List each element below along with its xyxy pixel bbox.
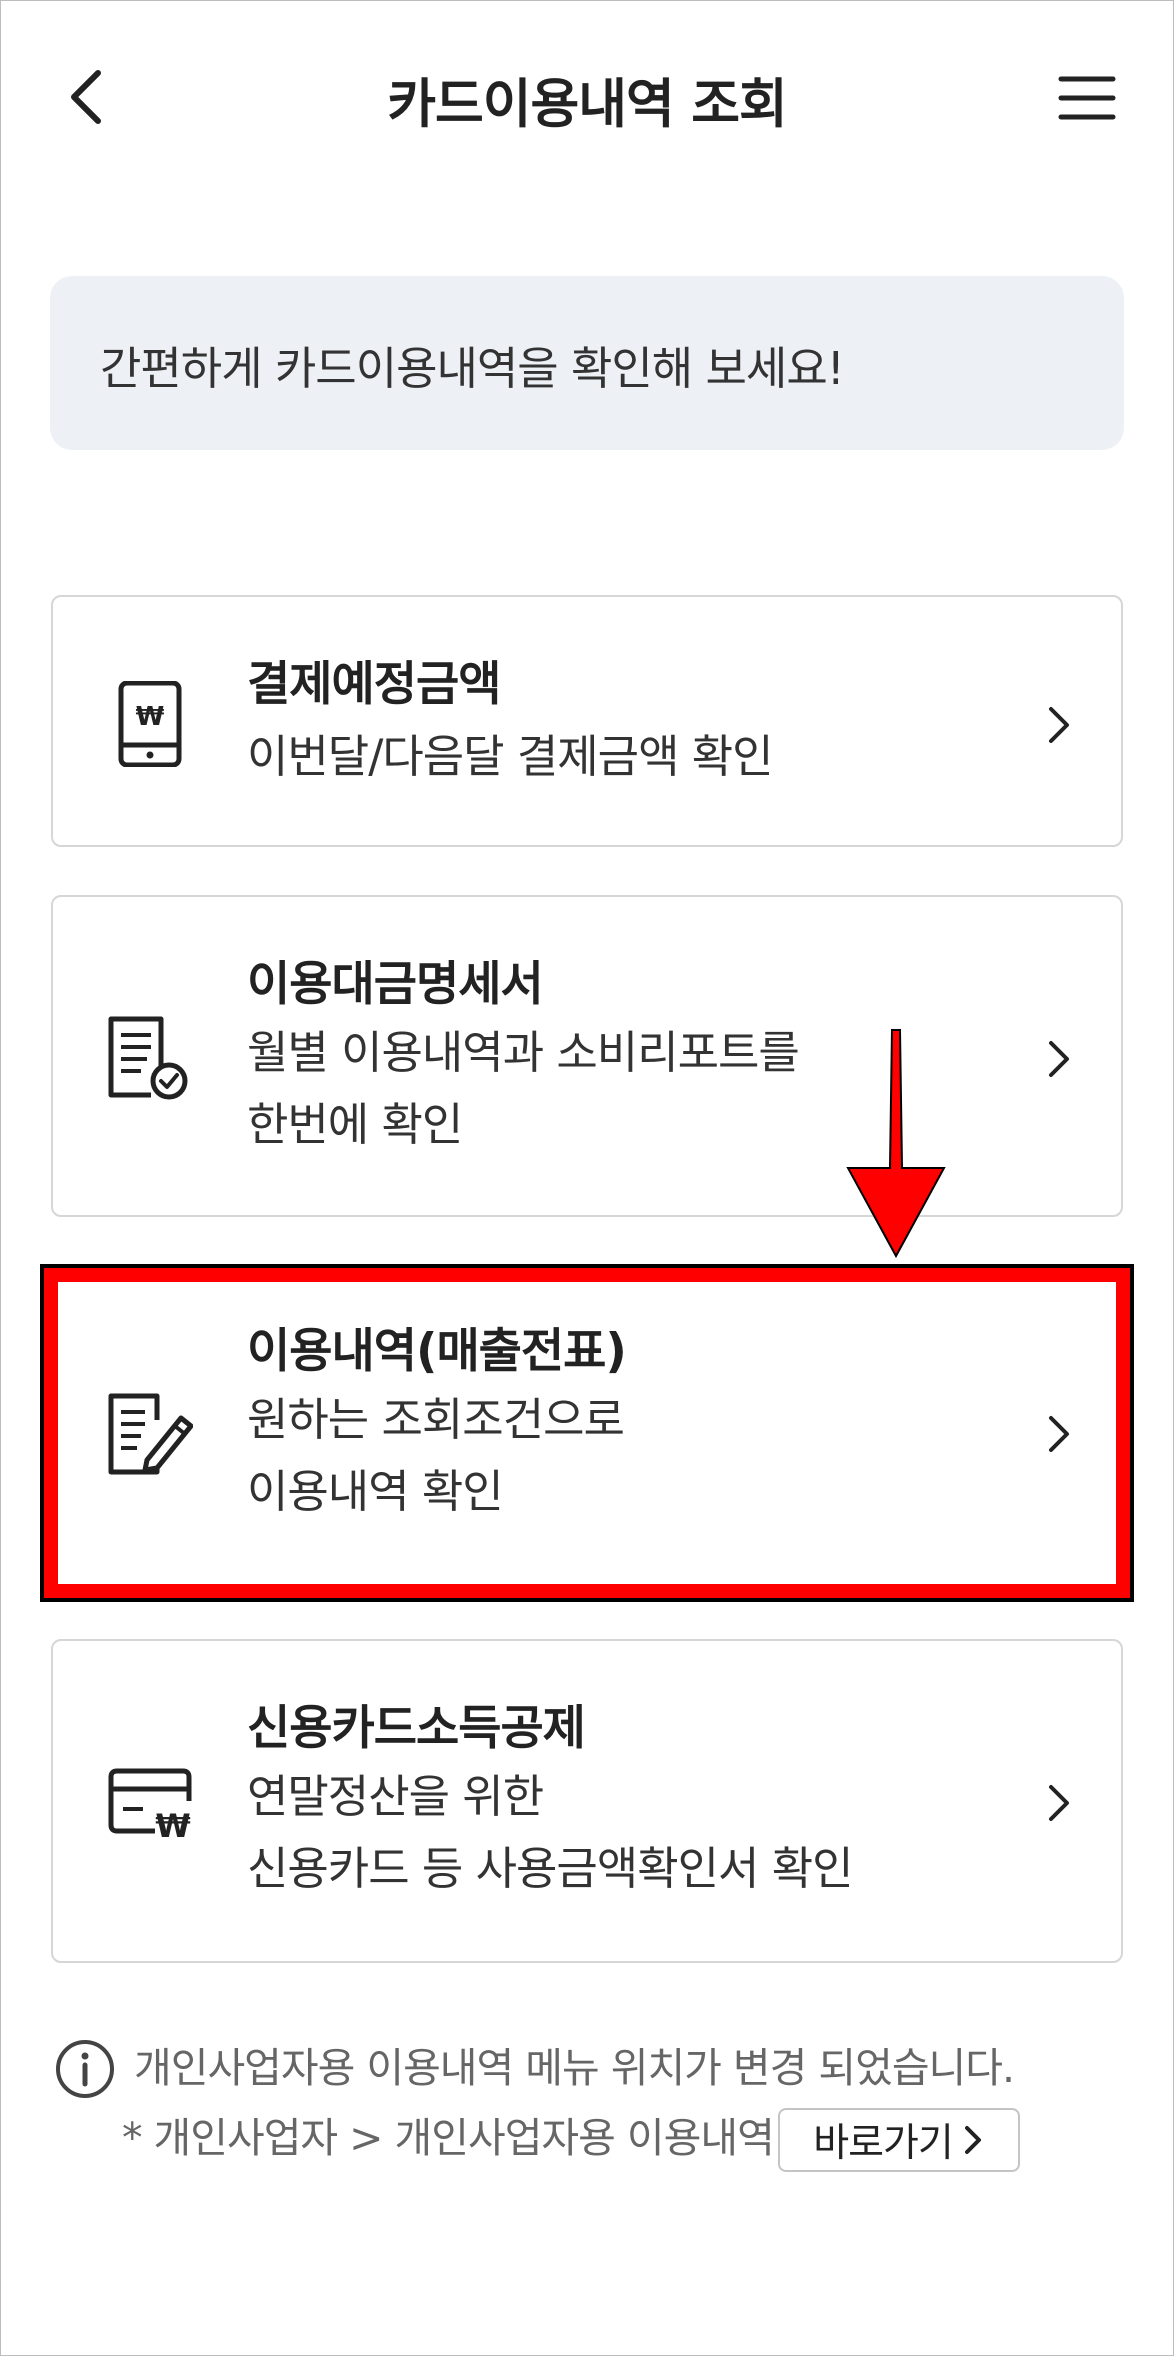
banner-text: 간편하게 카드이용내역을 확인해 보세요! <box>100 342 845 395</box>
menu-card-desc-line: 연말정산을 위한 <box>247 1770 544 1823</box>
chevron-right-icon <box>1049 1041 1069 1077</box>
menu-card-desc-line: 신용카드 등 사용금액확인서 확인 <box>247 1842 854 1895</box>
menu-card-desc-line: 월별 이용내역과 소비리포트를 <box>247 1026 800 1079</box>
menu-card-tax-deduction[interactable]: ₩ 신용카드소득공제 연말정산을 위한 신용카드 등 사용금액확인서 확인 <box>51 1639 1123 1963</box>
chevron-right-icon <box>1049 707 1069 743</box>
svg-text:₩: ₩ <box>136 702 165 732</box>
menu-button[interactable] <box>1052 68 1122 128</box>
menu-card-desc-line: 이번달/다음달 결제금액 확인 <box>247 730 774 783</box>
menu-card-title: 결제예정금액 <box>247 657 501 712</box>
document-check-icon <box>108 1016 188 1100</box>
phone-won-icon: ₩ <box>118 681 182 767</box>
menu-card-desc-line: 한번에 확인 <box>247 1098 463 1151</box>
card-won-icon: ₩ <box>108 1768 192 1845</box>
notice-path: * 개인사업자 > 개인사업자용 이용내역 <box>122 2114 775 2162</box>
menu-card-title: 신용카드소득공제 <box>247 1701 586 1756</box>
info-circle-icon <box>56 2040 114 2098</box>
top-app-bar: 카드이용내역 조회 <box>0 0 1174 200</box>
menu-card-statement[interactable]: 이용대금명세서 월별 이용내역과 소비리포트를 한번에 확인 <box>51 895 1123 1217</box>
chevron-right-icon <box>1049 1785 1069 1821</box>
menu-card-title: 이용대금명세서 <box>247 957 544 1012</box>
menu-card-transactions[interactable]: 이용내역(매출전표) 원하는 조회조건으로 이용내역 확인 <box>51 1282 1123 1584</box>
menu-card-desc-line: 원하는 조회조건으로 <box>247 1393 625 1446</box>
menu-card-scheduled-payment[interactable]: ₩ 결제예정금액 이번달/다음달 결제금액 확인 <box>51 595 1123 847</box>
chevron-right-icon <box>964 2126 981 2154</box>
shortcut-button[interactable]: 바로가기 <box>778 2108 1020 2172</box>
menu-card-title: 이용내역(매출전표) <box>247 1324 627 1379</box>
notice-text: 개인사업자용 이용내역 메뉴 위치가 변경 되었습니다. <box>134 2044 1015 2092</box>
document-pen-icon <box>108 1393 193 1475</box>
menu-card-desc-line: 이용내역 확인 <box>247 1465 504 1518</box>
shortcut-label: 바로가기 <box>813 2121 954 2166</box>
info-banner: 간편하게 카드이용내역을 확인해 보세요! <box>50 276 1124 450</box>
chevron-right-icon <box>1049 1416 1069 1452</box>
svg-text:₩: ₩ <box>155 1807 190 1845</box>
page-title: 카드이용내역 조회 <box>387 74 788 135</box>
arrow-down-icon <box>846 1029 946 1259</box>
hamburger-menu-icon <box>1058 76 1116 120</box>
